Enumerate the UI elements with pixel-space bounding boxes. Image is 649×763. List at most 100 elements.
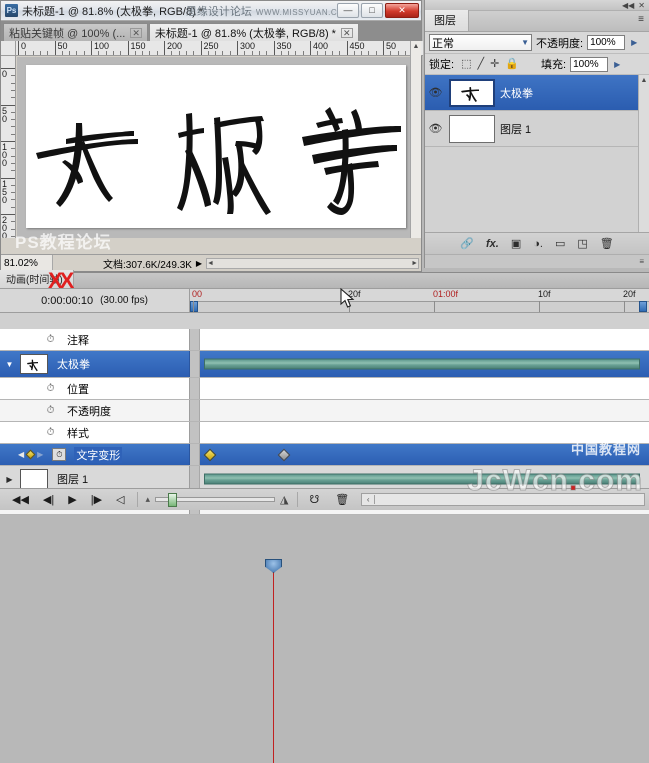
lock-position-icon[interactable]: ✛ <box>490 58 499 70</box>
timeline-track[interactable] <box>200 329 649 350</box>
playhead[interactable] <box>265 559 282 763</box>
timecode-display[interactable]: 0:00:00:10 (30.00 fps) <box>0 289 190 312</box>
keyframe-navigator[interactable]: ◀ ▶ <box>4 449 43 460</box>
scroll-left-icon[interactable]: ‹ <box>362 495 376 504</box>
layer-item-taijiquan[interactable]: 👁 太极拳 <box>425 75 649 111</box>
adjustment-layer-icon[interactable]: ◑. <box>533 238 543 250</box>
panel-menu-icon[interactable]: ≡ <box>638 15 644 25</box>
stopwatch-icon[interactable]: ⏱ <box>52 448 67 461</box>
close-icon[interactable]: ✕ <box>130 27 142 38</box>
keyframe-marker[interactable] <box>277 448 291 461</box>
zoom-level-field[interactable]: 81.02% <box>1 255 53 271</box>
work-area-end-handle[interactable] <box>639 301 647 312</box>
timeline-track[interactable] <box>200 351 649 377</box>
scroll-left-icon[interactable]: ◄ <box>207 258 214 269</box>
playhead-handle[interactable] <box>265 559 282 573</box>
play-button[interactable]: ▶ <box>68 493 76 506</box>
layers-scrollbar[interactable]: ▲ <box>638 75 649 232</box>
fx-icon[interactable]: fx. <box>486 238 499 250</box>
delete-keyframes-icon[interactable]: 🗑 <box>335 493 349 506</box>
delete-layer-icon[interactable]: 🗑 <box>600 237 614 250</box>
horizontal-ruler[interactable]: 0 50 100 150 200 250 300 350 400 450 50 <box>1 41 423 56</box>
convert-to-frame-animation-icon[interactable]: ☋ <box>310 493 320 506</box>
timeline-horizontal-scrollbar[interactable]: ‹ <box>361 493 645 506</box>
panel-menu-icon[interactable]: ≡ <box>639 257 644 266</box>
vertical-ruler[interactable]: 0 50 100 150 200 <box>1 56 16 238</box>
fill-spinner-icon[interactable]: ▶ <box>612 60 622 69</box>
timeline-layer-thumbnail[interactable] <box>20 469 48 489</box>
canvas-vertical-scrollbar[interactable]: ▲ <box>410 41 421 238</box>
opacity-label: 不透明度: <box>536 37 584 50</box>
artboard[interactable] <box>26 65 406 228</box>
next-keyframe-icon[interactable]: ▶ <box>37 450 43 459</box>
link-layers-icon[interactable]: 🔗 <box>460 237 474 250</box>
new-group-icon[interactable]: ▭ <box>555 237 565 250</box>
status-menu-arrow-icon[interactable]: ▶ <box>192 259 206 268</box>
stopwatch-icon[interactable]: ⏱ <box>44 334 57 345</box>
timeline-layer-thumbnail[interactable] <box>20 354 48 374</box>
timeline-zoom-slider[interactable] <box>155 493 276 507</box>
timeline-layer-row[interactable]: ▼ 太极拳 <box>0 351 649 378</box>
stopwatch-icon[interactable]: ⏱ <box>44 383 57 394</box>
timeline-property-row[interactable]: ⏱ 样式 <box>0 422 649 444</box>
previous-keyframe-icon[interactable]: ◀ <box>18 450 24 459</box>
mask-icon[interactable]: ▣ <box>511 237 521 250</box>
minimize-button[interactable]: — <box>337 3 359 18</box>
new-layer-icon[interactable]: ◳ <box>577 237 587 250</box>
scroll-up-icon[interactable]: ▲ <box>411 41 421 52</box>
timeline-track[interactable] <box>200 444 649 465</box>
chevron-right-icon[interactable]: ▶ <box>4 475 15 484</box>
chevron-down-icon[interactable]: ▼ <box>4 360 15 369</box>
go-to-first-frame-button[interactable]: ◀◀ <box>12 493 29 506</box>
add-keyframe-icon[interactable] <box>25 449 36 460</box>
close-button[interactable]: ✕ <box>385 3 419 18</box>
opacity-spinner-icon[interactable]: ▶ <box>629 38 639 47</box>
lock-transparency-icon[interactable]: ⬚ <box>461 58 471 70</box>
photoshop-window: Ps 未标题-1 @ 81.8% (太极拳, RGB/8) * 思缘设计论坛 W… <box>0 0 649 763</box>
lock-image-brush-icon[interactable]: ╱ <box>477 58 484 70</box>
stopwatch-icon[interactable]: ⏱ <box>44 405 57 416</box>
timeline-track[interactable] <box>200 378 649 399</box>
timeline-track[interactable] <box>200 422 649 443</box>
timeline-property-row[interactable]: ⏱ 位置 <box>0 378 649 400</box>
document-tab-paste-keyframe[interactable]: 粘贴关键帧 @ 100% (... ✕ <box>3 23 148 41</box>
next-frame-button[interactable]: |▶ <box>91 493 102 506</box>
tab-layers[interactable]: 图层 <box>425 10 469 31</box>
blend-mode-select[interactable]: 正常 ▼ <box>429 34 532 51</box>
document-tab-untitled-1[interactable]: 未标题-1 @ 81.8% (太极拳, RGB/8) * ✕ <box>148 23 359 41</box>
close-icon[interactable]: ✕ <box>340 27 353 38</box>
timeline-track[interactable] <box>200 400 649 421</box>
zoom-slider-knob[interactable] <box>168 493 178 507</box>
visibility-eye-icon[interactable]: 👁 <box>427 122 444 135</box>
timeline-ruler[interactable]: 0020f01:00f10f20f02:0 <box>190 289 649 312</box>
timeline-property-row[interactable]: ⏱ 注释 <box>0 329 649 351</box>
timeline-property-row[interactable]: ⏱ 不透明度 <box>0 400 649 422</box>
close-icon[interactable]: ✕ <box>638 1 645 10</box>
zoom-out-timeline-icon[interactable]: ▴ <box>146 494 151 505</box>
fill-input[interactable]: 100% <box>570 56 609 72</box>
tab-animation-timeline[interactable]: 动画(时间轴) <box>0 270 74 288</box>
layer-item-layer-1[interactable]: 👁 图层 1 <box>425 111 649 147</box>
canvas-area[interactable] <box>17 57 412 238</box>
layer-duration-bar[interactable] <box>204 473 640 485</box>
keyframe-marker[interactable] <box>203 448 217 461</box>
work-area-start-handle[interactable] <box>190 301 198 312</box>
zoom-in-timeline-icon[interactable]: ◮ <box>280 493 288 506</box>
scroll-up-icon[interactable]: ▲ <box>639 75 649 86</box>
ruler-minor-tick <box>11 111 15 113</box>
layer-thumbnail[interactable] <box>449 114 495 143</box>
layer-thumbnail[interactable] <box>449 78 495 107</box>
chevron-down-icon[interactable]: ▼ <box>521 38 529 47</box>
horizontal-scrollbar[interactable]: ◄ ► <box>205 257 419 269</box>
audio-mute-button[interactable]: ◁ <box>116 493 124 506</box>
scroll-right-icon[interactable]: ► <box>411 258 418 269</box>
visibility-eye-icon[interactable]: 👁 <box>427 86 444 99</box>
lock-all-icon[interactable]: 🔒 <box>505 58 519 70</box>
stopwatch-icon[interactable]: ⏱ <box>44 427 57 438</box>
maximize-button[interactable]: □ <box>361 3 383 18</box>
previous-frame-button[interactable]: ◀| <box>43 493 54 506</box>
timeline-property-row[interactable]: ◀ ▶ ⏱ 文字变形 <box>0 444 649 466</box>
opacity-input[interactable]: 100% <box>587 35 626 50</box>
layer-duration-bar[interactable] <box>204 358 640 370</box>
collapse-icon[interactable]: ◀◀ <box>622 1 634 10</box>
